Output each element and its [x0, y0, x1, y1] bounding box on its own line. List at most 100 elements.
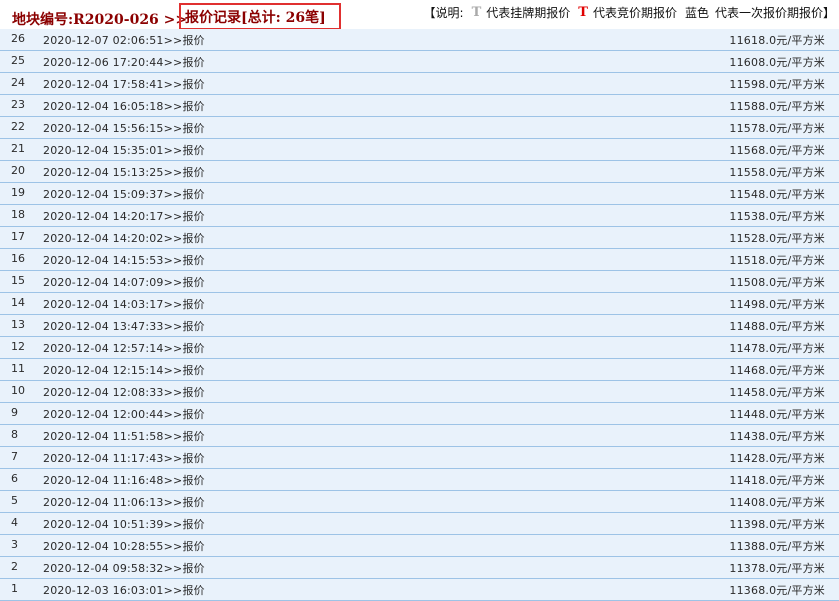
record-price: 11508.0元/平方米: [729, 276, 825, 289]
table-row: 3 2020-12-04 10:28:55>>报价 11388.0元/平方米: [0, 535, 839, 557]
table-row: 5 2020-12-04 11:06:13>>报价 11408.0元/平方米: [0, 491, 839, 513]
table-row: 17 2020-12-04 14:20:02>>报价 11528.0元/平方米: [0, 227, 839, 249]
record-index: 23: [11, 98, 25, 111]
legend-blue-text: 蓝色: [684, 6, 709, 20]
record-index: 16: [11, 252, 25, 265]
record-time: 2020-12-04 12:08:33>>报价: [43, 386, 205, 399]
record-price: 11538.0元/平方米: [729, 210, 825, 223]
record-price: 11428.0元/平方米: [729, 452, 825, 465]
record-time: 2020-12-04 14:20:17>>报价: [43, 210, 205, 223]
listing-t-icon: T: [471, 5, 482, 20]
record-price: 11398.0元/平方米: [729, 518, 825, 531]
record-price: 11578.0元/平方米: [729, 122, 825, 135]
record-time: 2020-12-04 12:15:14>>报价: [43, 364, 205, 377]
record-index: 7: [11, 450, 18, 463]
record-index: 2: [11, 560, 18, 573]
record-price: 11468.0元/平方米: [729, 364, 825, 377]
record-time: 2020-12-04 13:47:33>>报价: [43, 320, 205, 333]
record-index: 4: [11, 516, 18, 529]
record-time: 2020-12-07 02:06:51>>报价: [43, 34, 205, 47]
table-row: 6 2020-12-04 11:16:48>>报价 11418.0元/平方米: [0, 469, 839, 491]
record-price: 11438.0元/平方米: [729, 430, 825, 443]
record-index: 6: [11, 472, 18, 485]
record-time: 2020-12-04 15:56:15>>报价: [43, 122, 205, 135]
record-index: 11: [11, 362, 25, 375]
record-price: 11388.0元/平方米: [729, 540, 825, 553]
record-time: 2020-12-04 15:35:01>>报价: [43, 144, 205, 157]
header-bar: 地块编号:R2020-026 >> 报价记录[总计: 26笔] 【说明: T 代…: [0, 0, 839, 30]
record-index: 9: [11, 406, 18, 419]
record-time: 2020-12-03 16:03:01>>报价: [43, 584, 205, 597]
record-time: 2020-12-04 17:58:41>>报价: [43, 78, 205, 91]
record-time: 2020-12-04 11:17:43>>报价: [43, 452, 205, 465]
table-row: 18 2020-12-04 14:20:17>>报价 11538.0元/平方米: [0, 205, 839, 227]
record-index: 18: [11, 208, 25, 221]
record-time: 2020-12-04 16:05:18>>报价: [43, 100, 205, 113]
legend-blue-desc: 代表一次报价期报价】: [714, 6, 835, 20]
record-time: 2020-12-06 17:20:44>>报价: [43, 56, 205, 69]
record-price: 11458.0元/平方米: [729, 386, 825, 399]
record-time: 2020-12-04 11:51:58>>报价: [43, 430, 205, 443]
record-time: 2020-12-04 09:58:32>>报价: [43, 562, 205, 575]
record-time: 2020-12-04 14:15:53>>报价: [43, 254, 205, 267]
record-index: 22: [11, 120, 25, 133]
table-row: 14 2020-12-04 14:03:17>>报价 11498.0元/平方米: [0, 293, 839, 315]
record-price: 11558.0元/平方米: [729, 166, 825, 179]
record-price: 11408.0元/平方米: [729, 496, 825, 509]
record-price: 11618.0元/平方米: [729, 34, 825, 47]
record-index: 20: [11, 164, 25, 177]
table-row: 24 2020-12-04 17:58:41>>报价 11598.0元/平方米: [0, 73, 839, 95]
record-index: 3: [11, 538, 18, 551]
record-time: 2020-12-04 10:28:55>>报价: [43, 540, 205, 553]
table-row: 2 2020-12-04 09:58:32>>报价 11378.0元/平方米: [0, 557, 839, 579]
record-index: 14: [11, 296, 25, 309]
bid-records-table: 2 6 2020-12-07 02:06:51>>报价 11618.0元/平方米 25 2…: [0, 29, 839, 601]
table-row: 8 2020-12-04 11:51:58>>报价 11438.0元/平方米: [0, 425, 839, 447]
legend-prefix: 【说明:: [423, 6, 464, 20]
record-time: 2020-12-04 10:51:39>>报价: [43, 518, 205, 531]
bidding-t-icon: T: [578, 5, 588, 20]
record-price: 11498.0元/平方米: [729, 298, 825, 311]
record-price: 11448.0元/平方米: [729, 408, 825, 421]
table-row: 19 2020-12-04 15:09:37>>报价 11548.0元/平方米: [0, 183, 839, 205]
table-row: 22 2020-12-04 15:56:15>>报价 11578.0元/平方米: [0, 117, 839, 139]
record-price: 11378.0元/平方米: [729, 562, 825, 575]
record-index: 25: [11, 54, 25, 67]
table-row: 26 2020-12-07 02:06:51>>报价 11618.0元/平方米: [0, 29, 839, 51]
record-price: 11478.0元/平方米: [729, 342, 825, 355]
table-row: 11 2020-12-04 12:15:14>>报价 11468.0元/平方米: [0, 359, 839, 381]
table-row: 10 2020-12-04 12:08:33>>报价 11458.0元/平方米: [0, 381, 839, 403]
record-index: 8: [11, 428, 18, 441]
record-title: 报价记录[总计: 26笔]: [185, 10, 326, 26]
table-row: 20 2020-12-04 15:13:25>>报价 11558.0元/平方米: [0, 161, 839, 183]
table-row: 4 2020-12-04 10:51:39>>报价 11398.0元/平方米: [0, 513, 839, 535]
record-price: 11418.0元/平方米: [729, 474, 825, 487]
record-time: 2020-12-04 11:06:13>>报价: [43, 496, 205, 509]
table-row: 16 2020-12-04 14:15:53>>报价 11518.0元/平方米: [0, 249, 839, 271]
table-row: 9 2020-12-04 12:00:44>>报价 11448.0元/平方米: [0, 403, 839, 425]
record-time: 2020-12-04 14:03:17>>报价: [43, 298, 205, 311]
table-row: 7 2020-12-04 11:17:43>>报价 11428.0元/平方米: [0, 447, 839, 469]
legend: 【说明: T 代表挂牌期报价 T 代表竞价期报价 蓝色 代表一次报价期报价】: [424, 4, 835, 21]
table-row: 25 2020-12-06 17:20:44>>报价 11608.0元/平方米: [0, 51, 839, 73]
record-index: 21: [11, 142, 25, 155]
record-price: 11518.0元/平方米: [729, 254, 825, 267]
record-time: 2020-12-04 15:13:25>>报价: [43, 166, 205, 179]
record-time: 2020-12-04 15:09:37>>报价: [43, 188, 205, 201]
record-index: 19: [11, 186, 25, 199]
record-price: 11568.0元/平方米: [729, 144, 825, 157]
record-time: 2020-12-04 11:16:48>>报价: [43, 474, 205, 487]
table-row: 23 2020-12-04 16:05:18>>报价 11588.0元/平方米: [0, 95, 839, 117]
record-time: 2020-12-04 14:07:09>>报价: [43, 276, 205, 289]
table-row: 1 2020-12-03 16:03:01>>报价 11368.0元/平方米: [0, 579, 839, 601]
table-row: 13 2020-12-04 13:47:33>>报价 11488.0元/平方米: [0, 315, 839, 337]
record-index: 5: [11, 494, 18, 507]
record-price: 11528.0元/平方米: [729, 232, 825, 245]
record-price: 11598.0元/平方米: [729, 78, 825, 91]
table-row: 21 2020-12-04 15:35:01>>报价 11568.0元/平方米: [0, 139, 839, 161]
record-index: 10: [11, 384, 25, 397]
plot-number-label: 地块编号:R2020-026 >>: [12, 12, 188, 28]
record-price: 11588.0元/平方米: [729, 100, 825, 113]
record-time: 2020-12-04 14:20:02>>报价: [43, 232, 205, 245]
record-index: 12: [11, 340, 25, 353]
